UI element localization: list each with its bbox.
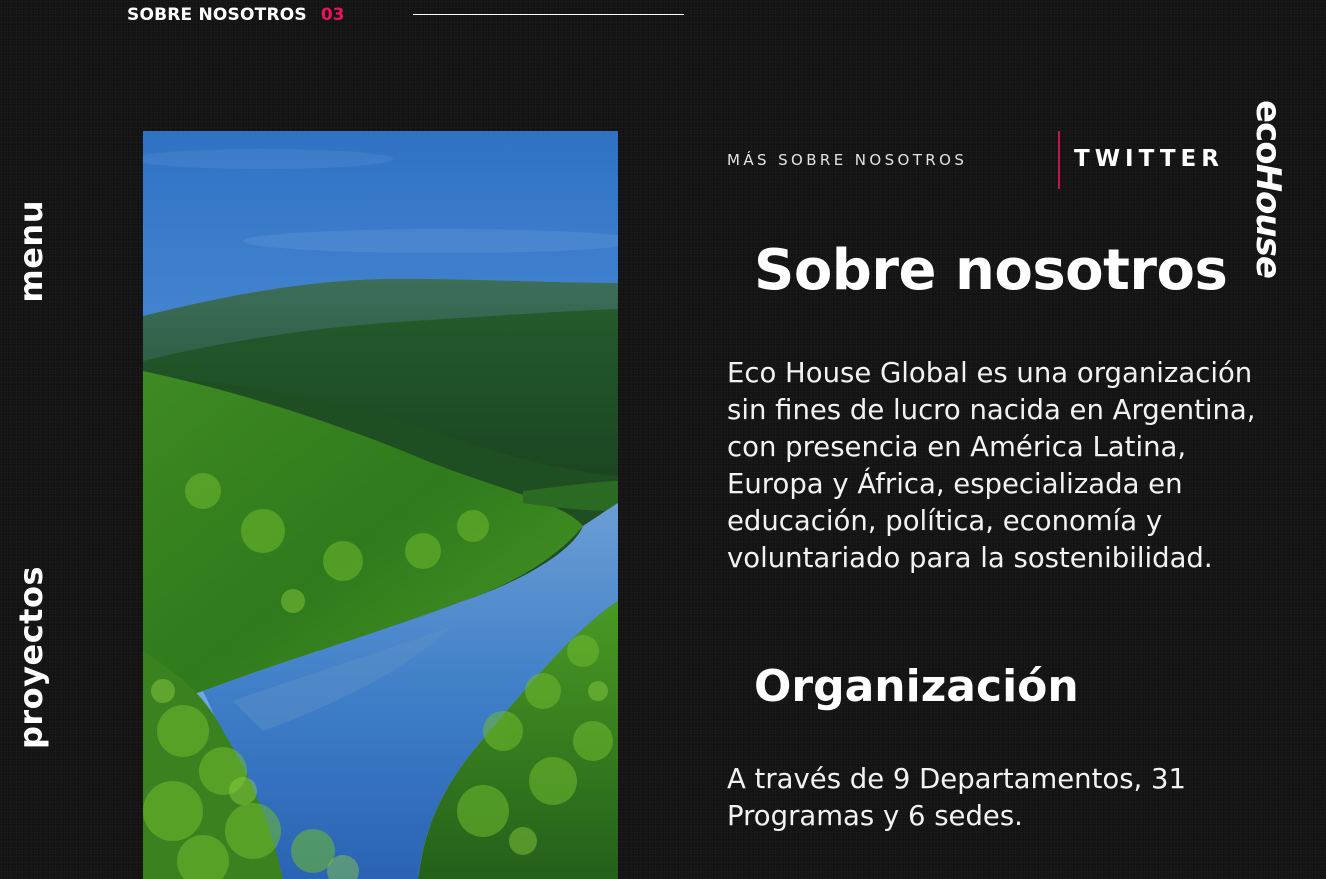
section-divider-line: [413, 14, 684, 15]
section-indicator: SOBRE NOSOTROS 03: [127, 5, 345, 25]
ecohouse-logo[interactable]: ecoHouse: [1248, 100, 1288, 278]
page-title: Sobre nosotros: [754, 238, 1228, 303]
menu-link[interactable]: menu: [12, 200, 50, 303]
more-about-link[interactable]: MÁS SOBRE NOSOTROS: [727, 151, 967, 169]
logo-eco-text: eco: [1248, 100, 1288, 164]
organization-heading: Organización: [754, 661, 1079, 712]
section-number: 03: [320, 5, 345, 25]
organization-description: A través de 9 Departamentos, 31 Programa…: [727, 763, 1187, 832]
projects-link[interactable]: proyectos: [12, 566, 50, 749]
landscape-photo: [143, 131, 618, 879]
logo-house-text: House: [1248, 163, 1288, 278]
links-divider: [1058, 131, 1060, 189]
twitter-link[interactable]: TWITTER: [1074, 146, 1224, 172]
about-description: Eco House Global es una organización sin…: [727, 357, 1256, 574]
section-label: SOBRE NOSOTROS: [127, 5, 307, 25]
